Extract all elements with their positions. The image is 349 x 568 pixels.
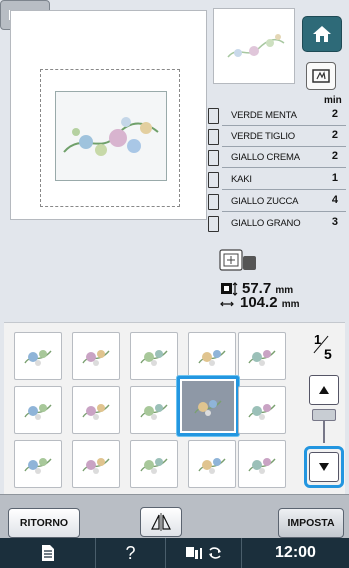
home-button[interactable] [302, 16, 342, 52]
embroidery-pattern-selection-screen: min VERDE MENTA 2 VERDE TIGLIO 2 GIALLO … [0, 0, 349, 568]
embroidery-frame-icon [312, 69, 330, 83]
pattern-cell[interactable] [188, 440, 236, 488]
minutes-header: min [324, 95, 342, 106]
eye-leaf-icon [76, 390, 116, 430]
page-indicator: 1 5 [306, 332, 340, 368]
pattern-cell[interactable] [72, 386, 120, 434]
width-unit: mm [281, 299, 300, 310]
scrollbar[interactable] [312, 407, 336, 445]
pattern-cell[interactable] [72, 332, 120, 380]
pattern-cell[interactable] [14, 440, 62, 488]
rose-ribbon-icon [192, 444, 232, 484]
thread-name: VERDE TIGLIO [231, 131, 295, 142]
thread-minutes: 2 [331, 150, 338, 162]
mirror-flip-icon [151, 513, 171, 531]
divider [222, 146, 346, 147]
document-button[interactable] [0, 538, 96, 568]
pattern-cell[interactable] [238, 332, 286, 380]
floral-bouquet-icon [182, 381, 234, 431]
scrollbar-thumb[interactable] [312, 409, 336, 421]
thread-row: VERDE TIGLIO 2 [208, 127, 346, 147]
pattern-cell[interactable] [188, 332, 236, 380]
scrollbar-track-line [323, 421, 325, 443]
divider [222, 211, 346, 212]
wireless-sync-icon [185, 547, 221, 559]
thread-row: GIALLO GRANO 3 [208, 214, 346, 234]
pattern-cell[interactable] [130, 386, 178, 434]
pattern-cell[interactable] [238, 386, 286, 434]
design-width-value: 104.2 mm [240, 294, 300, 311]
scroll-up-button[interactable] [309, 375, 339, 405]
small-floral-spray-icon [134, 336, 174, 376]
hoop-frame-outline [40, 69, 180, 207]
help-button[interactable]: ? [96, 538, 166, 568]
design-thumbnail [213, 8, 295, 84]
heart-ornament-icon [18, 444, 58, 484]
width-number: 104.2 [240, 294, 278, 311]
floral-swirl-icon [242, 390, 282, 430]
floral-corner-icon [192, 336, 232, 376]
pattern-cell[interactable] [130, 440, 178, 488]
back-button[interactable]: RITORNO [8, 508, 80, 538]
pattern-cell[interactable] [130, 332, 178, 380]
heart-floral-icon [18, 390, 58, 430]
thread-row: VERDE MENTA 2 [208, 106, 346, 126]
floral-wreath-icon [242, 444, 282, 484]
butterfly-flowers-icon [134, 444, 174, 484]
embroidery-hoop-icon [219, 248, 259, 272]
home-icon [313, 26, 331, 42]
status-bar: ? 12:00 [0, 538, 349, 568]
divider [222, 167, 346, 168]
floral-border-icon [134, 390, 174, 430]
thread-name: KAKI [231, 174, 252, 185]
thread-spool-icon [208, 216, 219, 232]
thread-spool-icon [208, 150, 219, 166]
pattern-cell[interactable] [14, 386, 62, 434]
thread-name: VERDE MENTA [231, 110, 297, 121]
thread-spool-icon [208, 108, 219, 124]
triangle-up-icon [319, 386, 329, 394]
bear-bow-motif-icon [18, 336, 58, 376]
divider [222, 125, 346, 126]
divider [222, 189, 346, 190]
size-dimension-icon [220, 282, 238, 307]
thread-row: KAKI 1 [208, 170, 346, 190]
scroll-down-button[interactable] [309, 452, 339, 482]
thread-minutes: 3 [331, 216, 338, 228]
embroidery-preview-area [10, 10, 207, 220]
triangle-down-icon [319, 463, 329, 471]
mirror-button[interactable] [140, 507, 182, 537]
thread-spool-icon [208, 129, 219, 145]
embroidery-mode-button[interactable] [306, 62, 336, 90]
vine-sprig-icon [242, 336, 282, 376]
pattern-cell[interactable] [238, 440, 286, 488]
thread-minutes: 2 [331, 129, 338, 141]
bride-silhouette-icon [76, 444, 116, 484]
set-button[interactable]: IMPOSTA [278, 508, 344, 538]
thread-spool-icon [208, 194, 219, 210]
thread-minutes: 2 [331, 108, 338, 120]
thread-minutes: 1 [331, 172, 338, 184]
thread-name: GIALLO CREMA [231, 152, 300, 163]
thread-row: GIALLO ZUCCA 4 [208, 192, 346, 212]
clock-display: 12:00 [275, 544, 316, 561]
pattern-cell[interactable] [14, 332, 62, 380]
design-size-readout: 57.7 mm 104.2 mm [220, 280, 340, 314]
wlan-status-button[interactable] [166, 538, 242, 568]
thread-name: GIALLO GRANO [231, 218, 301, 229]
thread-minutes: 4 [331, 194, 338, 206]
thread-name: GIALLO ZUCCA [231, 196, 299, 207]
design-preview-floral-icon [55, 91, 167, 181]
document-icon [41, 545, 54, 561]
thread-spool-icon [208, 172, 219, 188]
ribbon-bow-motif-icon [76, 336, 116, 376]
pattern-cell[interactable] [177, 376, 239, 436]
total-pages: 5 [324, 346, 332, 362]
pattern-cell[interactable] [72, 440, 120, 488]
thread-row: GIALLO CREMA 2 [208, 148, 346, 168]
